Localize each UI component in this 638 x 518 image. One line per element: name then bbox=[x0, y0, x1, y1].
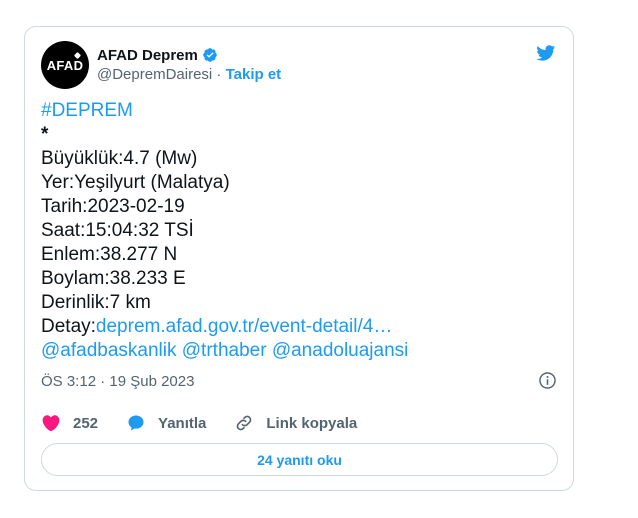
avatar[interactable]: AFAD bbox=[41, 41, 89, 89]
likes-count: 252 bbox=[73, 414, 99, 432]
display-name[interactable]: AFAD Deprem bbox=[97, 47, 198, 64]
tweet-actions: 252 Yanıtla Link kopyala bbox=[41, 409, 385, 437]
reply-label: Yanıtla bbox=[158, 414, 207, 432]
body-date: Tarih:2023-02-19 bbox=[41, 196, 185, 217]
tweet-card: AFAD AFAD Deprem @DepremDairesi · Takip … bbox=[24, 26, 574, 491]
read-replies-button[interactable]: 24 yanıtı oku bbox=[41, 443, 558, 476]
twitter-bird-icon[interactable] bbox=[534, 43, 557, 63]
body-time: Saat:15:04:32 TSİ bbox=[41, 220, 194, 241]
body-detail-row: Detay:deprem.afad.gov.tr/event-detail/4… bbox=[41, 315, 561, 339]
tweet-body: #DEPREM * Büyüklük:4.7 (Mw) Yer:Yeşilyur… bbox=[41, 99, 561, 363]
mention-link-1[interactable]: @afadbaskanlik bbox=[41, 340, 176, 361]
hashtag-link[interactable]: #DEPREM bbox=[41, 99, 561, 123]
tweet-header: AFAD AFAD Deprem @DepremDairesi · Takip … bbox=[41, 41, 557, 89]
mention-link-3[interactable]: @anadoluajansi bbox=[272, 340, 409, 361]
info-icon[interactable] bbox=[538, 371, 557, 390]
body-depth: Derinlik:7 km bbox=[41, 292, 151, 313]
body-longitude: Boylam:38.233 E bbox=[41, 268, 186, 289]
body-latitude: Enlem:38.277 N bbox=[41, 244, 178, 265]
copy-link-button[interactable]: Link kopyala bbox=[234, 413, 357, 433]
mentions-row: @afadbaskanlik @trthaber @anadoluajansi bbox=[41, 339, 561, 363]
reply-bubble-icon bbox=[128, 415, 144, 431]
follow-button[interactable]: Takip et bbox=[226, 66, 282, 83]
handle-separator: · bbox=[212, 66, 226, 83]
body-location: Yer:Yeşilyurt (Malatya) bbox=[41, 172, 230, 193]
link-icon bbox=[237, 415, 252, 431]
handle[interactable]: @DepremDairesi bbox=[97, 66, 212, 83]
author-names: AFAD Deprem @DepremDairesi · Takip et bbox=[97, 45, 281, 86]
body-star: * bbox=[41, 124, 49, 145]
copy-link-label: Link kopyala bbox=[266, 414, 358, 432]
detail-prefix: Detay: bbox=[41, 316, 96, 337]
heart-icon bbox=[42, 415, 60, 432]
avatar-text: AFAD bbox=[46, 57, 84, 73]
mention-link-2[interactable]: @trthaber bbox=[182, 340, 267, 361]
verified-badge-icon bbox=[203, 48, 217, 62]
body-magnitude: Büyüklük:4.7 (Mw) bbox=[41, 148, 198, 169]
like-button[interactable]: 252 bbox=[41, 413, 98, 433]
tweet-timestamp[interactable]: ÖS 3:12 · 19 Şub 2023 bbox=[41, 373, 194, 390]
read-replies-label: 24 yanıtı oku bbox=[257, 451, 342, 468]
detail-link[interactable]: deprem.afad.gov.tr/event-detail/4… bbox=[96, 316, 392, 337]
reply-button[interactable]: Yanıtla bbox=[126, 413, 206, 433]
